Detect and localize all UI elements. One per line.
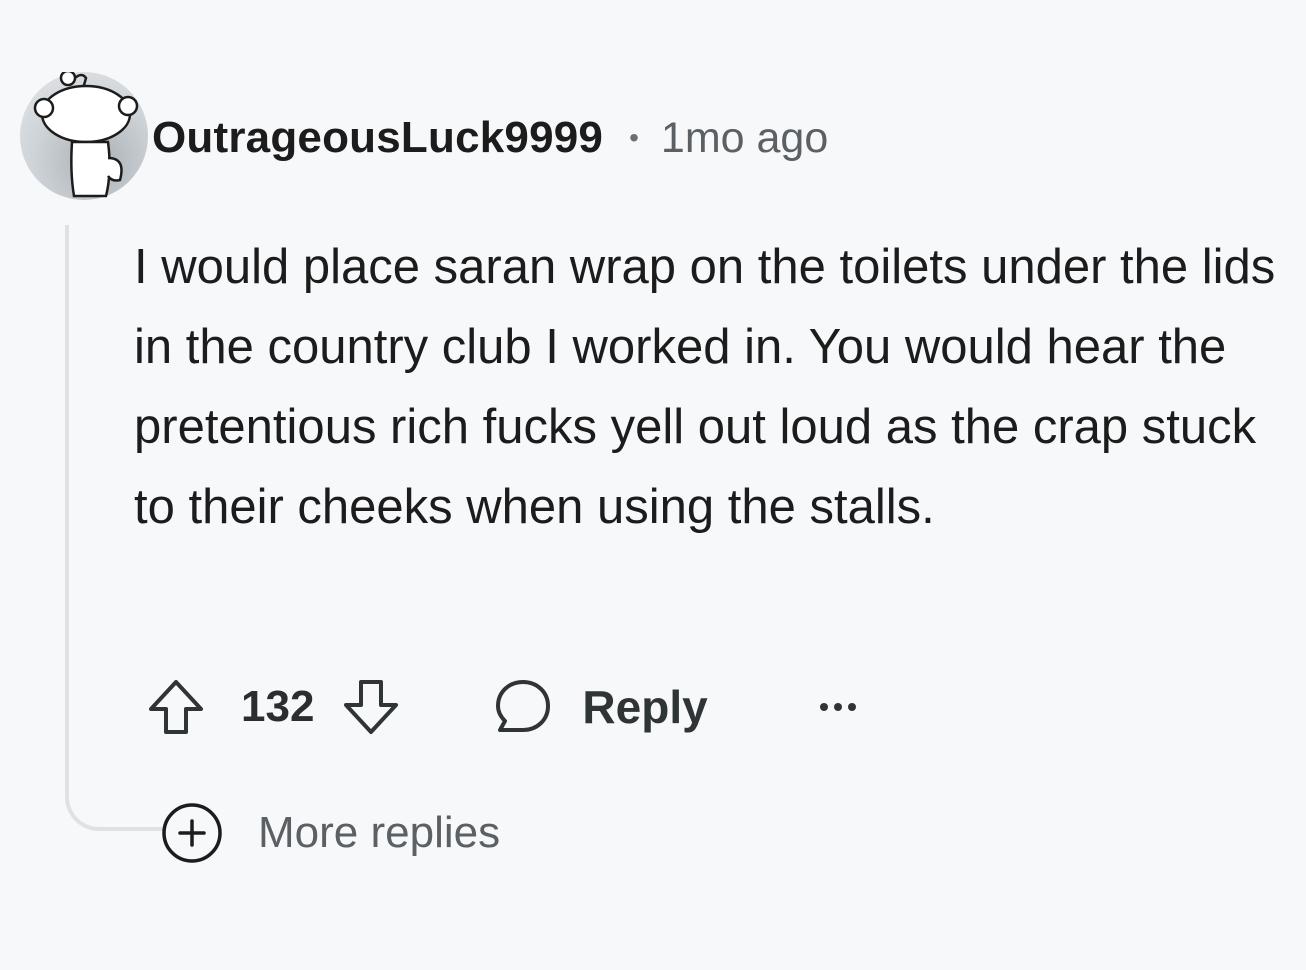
arrow-up-icon — [149, 680, 203, 734]
ellipsis-icon — [819, 703, 856, 711]
comment: OutrageousLuck9999 • 1mo ago I would pla… — [0, 0, 1306, 970]
avatar[interactable] — [20, 72, 148, 200]
reply-label: Reply — [582, 681, 708, 733]
more-replies-button[interactable]: More replies — [160, 800, 500, 866]
arrow-down-icon — [344, 680, 399, 734]
upvote-button[interactable] — [145, 676, 207, 738]
separator-dot: • — [629, 122, 639, 153]
downvote-button[interactable] — [340, 676, 402, 738]
comment-header: OutrageousLuck9999 • 1mo ago — [152, 108, 828, 168]
reply-button[interactable]: Reply — [492, 676, 708, 738]
timestamp[interactable]: 1mo ago — [661, 114, 828, 163]
plus-circle-icon — [162, 803, 222, 863]
username[interactable]: OutrageousLuck9999 — [152, 113, 603, 163]
chat-bubble-icon — [496, 680, 551, 732]
comment-body: I would place saran wrap on the toilets … — [134, 240, 1276, 534]
more-replies-label: More replies — [258, 808, 501, 857]
more-options-button[interactable] — [816, 697, 860, 717]
snoo-avatar-icon — [33, 72, 139, 198]
action-bar: 132 Reply — [145, 672, 860, 742]
vote-count: 132 — [241, 682, 315, 731]
